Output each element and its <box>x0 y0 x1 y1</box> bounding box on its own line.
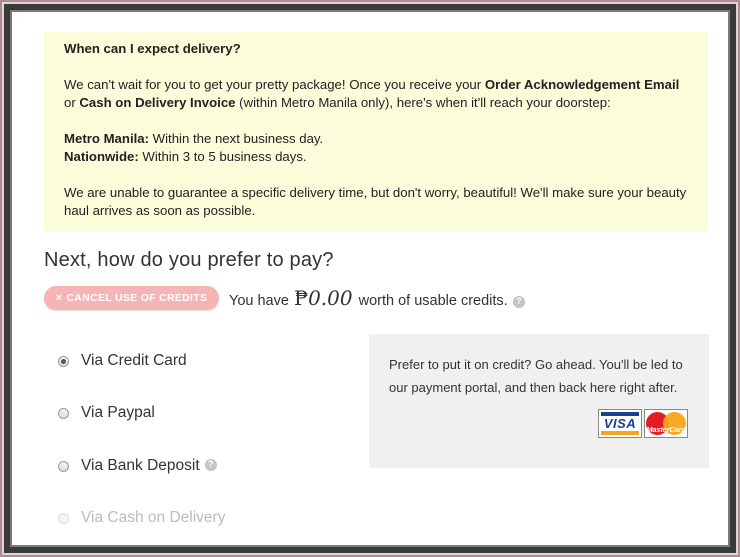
credit-card-label: Via Credit Card <box>81 352 187 369</box>
mastercard-logo: MasterCard <box>644 409 688 438</box>
credits-info: You have ₱0.00 worth of usable credits. … <box>229 286 525 312</box>
cash-on-delivery-radio <box>58 512 69 524</box>
paypal-label: Via Paypal <box>81 404 155 421</box>
help-icon[interactable]: ? <box>512 296 525 308</box>
payment-option-bank-deposit[interactable]: Via Bank Deposit ? <box>58 457 217 475</box>
delivery-info-box: When can I expect delivery? We can't wai… <box>44 32 708 232</box>
bank-deposit-radio[interactable] <box>58 460 69 472</box>
payment-option-credit-card[interactable]: Via Credit Card <box>58 352 187 370</box>
credit-card-radio[interactable] <box>58 355 69 367</box>
card-logos: VISA MasterCard <box>598 409 688 438</box>
credit-card-info-panel: Prefer to put it on credit? Go ahead. Yo… <box>369 334 709 468</box>
metro-manila-delivery: Metro Manila: Within the next business d… <box>64 131 324 146</box>
cancel-credits-label: CANCEL USE OF CREDITS <box>66 292 208 304</box>
cancel-credits-button[interactable]: × CANCEL USE OF CREDITS <box>44 286 219 310</box>
delivery-intro-text: We can't wait for you to get your pretty… <box>64 77 680 110</box>
payment-option-cash-on-delivery: Via Cash on Delivery <box>58 509 225 527</box>
checkout-page: When can I expect delivery? We can't wai… <box>12 12 726 543</box>
credits-suffix: worth of usable credits. <box>358 293 508 309</box>
delivery-disclaimer: We are unable to guarantee a specific de… <box>64 185 687 218</box>
credits-prefix: You have <box>229 293 289 309</box>
nationwide-delivery: Nationwide: Within 3 to 5 business days. <box>64 149 307 164</box>
help-icon[interactable]: ? <box>204 459 217 471</box>
cash-on-delivery-label: Via Cash on Delivery <box>81 509 226 526</box>
paypal-radio[interactable] <box>58 407 69 419</box>
payment-heading: Next, how do you prefer to pay? <box>44 249 334 271</box>
bank-deposit-label: Via Bank Deposit <box>81 457 200 474</box>
delivery-heading: When can I expect delivery? <box>64 41 241 56</box>
close-icon: × <box>55 292 63 304</box>
payment-option-paypal[interactable]: Via Paypal <box>58 404 155 422</box>
visa-logo: VISA <box>598 409 642 438</box>
credits-amount: ₱0.00 <box>293 286 353 310</box>
credit-card-info-text: Prefer to put it on credit? Go ahead. Yo… <box>389 357 683 395</box>
